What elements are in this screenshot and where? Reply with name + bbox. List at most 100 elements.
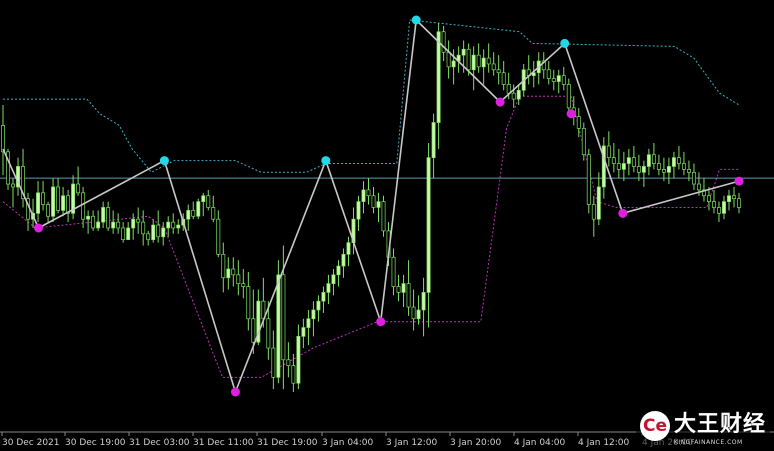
candle-body (737, 198, 741, 208)
candle-body (686, 169, 691, 173)
candle-body (411, 306, 416, 320)
swing-low-marker (734, 176, 744, 186)
candle-body (491, 63, 496, 71)
candle-body (326, 283, 331, 293)
candle-body (46, 204, 51, 217)
candle-body (196, 201, 201, 217)
candle-body (676, 157, 681, 164)
candle-body (251, 318, 256, 343)
candle-body (136, 218, 141, 223)
candle-body (316, 300, 321, 311)
candle-body (191, 210, 196, 217)
candle-body (436, 31, 441, 123)
candle-body (331, 274, 336, 284)
candle-body (391, 256, 396, 287)
candle-body (722, 201, 726, 214)
candle-body (496, 69, 501, 74)
candle-body (341, 253, 346, 267)
candle-body (236, 274, 241, 284)
candle-body (401, 283, 406, 293)
candle-body (306, 318, 311, 328)
candle-body (111, 221, 116, 229)
candle-body (376, 201, 381, 208)
candle-body (171, 221, 176, 229)
candle-body (681, 163, 686, 170)
candle-body (76, 183, 81, 194)
candle-body (381, 201, 386, 232)
candle-body (151, 224, 156, 241)
candle-body (226, 268, 231, 279)
candle-body (656, 163, 661, 170)
candle-body (732, 195, 736, 200)
candle-body (211, 207, 216, 220)
candle-body (501, 72, 506, 85)
candle-body (586, 154, 591, 205)
candle-body (551, 78, 556, 82)
x-axis-tick-label: 3 Jan 20:00 (450, 438, 502, 448)
candle-body (361, 189, 366, 202)
candle-body (636, 166, 641, 173)
candle-body (336, 265, 341, 276)
candle-body (81, 192, 86, 220)
candle-body (511, 92, 516, 100)
candle-body (371, 195, 376, 208)
candle-body (727, 195, 731, 202)
x-axis-tick-label: 30 Dec 2021 (2, 438, 60, 448)
x-axis-tick-label: 3 Jan 12:00 (386, 438, 438, 448)
swing-low-marker (376, 317, 386, 327)
candle-body (576, 116, 581, 129)
candle-body (186, 210, 191, 220)
candle-body (1, 125, 5, 153)
candle-body (581, 128, 586, 156)
candle-body (691, 171, 696, 185)
candle-body (591, 204, 596, 220)
candle-body (606, 145, 611, 159)
x-axis-tick-label: 3 Jan 04:00 (322, 438, 374, 448)
candle-body (131, 218, 136, 229)
candle-body (641, 166, 646, 173)
candle-body (346, 242, 351, 255)
candle-body (611, 157, 616, 164)
candle-body (696, 183, 701, 191)
x-axis-tick-label: 4 Jan 12:00 (578, 438, 630, 448)
x-axis-tick-label: 31 Dec 19:00 (257, 438, 318, 448)
candle-body (426, 157, 431, 293)
swing-high-marker (411, 15, 421, 25)
price-chart[interactable]: 30 Dec 2021 30 Dec 19:00 31 Dec 03:00 31 De… (0, 0, 774, 451)
candle-body (51, 186, 56, 217)
candle-body (141, 221, 146, 235)
candle-body (321, 292, 326, 302)
candle-body (651, 154, 656, 164)
candle-body (106, 207, 111, 229)
candle-body (166, 221, 171, 229)
logo-mark-text: Ce (642, 416, 667, 436)
candle-body (156, 224, 161, 238)
candle-body (201, 195, 206, 202)
candle-body (671, 157, 676, 167)
candle-body (446, 51, 451, 68)
candle-body (291, 365, 296, 384)
candle-body (441, 31, 446, 53)
candle-body (421, 292, 426, 311)
x-axis-tick-label: 31 Dec 03:00 (129, 438, 190, 448)
candle-body (246, 286, 251, 320)
x-axis-tick-label: 31 Dec 11:00 (193, 438, 254, 448)
logo-emblem-icon: Ce (639, 411, 670, 441)
candle-body (266, 318, 271, 349)
candle-body (561, 75, 566, 85)
logo-url: KINGFAINANCE.COM (673, 439, 743, 446)
swing-high-marker (159, 156, 169, 166)
candle-body (301, 327, 306, 337)
candle-body (566, 84, 571, 109)
candle-body (661, 169, 666, 173)
x-axis-tick-label: 4 Jan 04:00 (514, 438, 566, 448)
swing-low-marker (495, 97, 505, 107)
swing-high-marker (560, 38, 570, 48)
candle-body (621, 163, 626, 170)
candle-body (276, 274, 281, 378)
candle-body (476, 54, 481, 68)
candle-body (451, 60, 456, 68)
candle-body (596, 186, 601, 220)
candle-body (481, 57, 486, 68)
candle-body (666, 166, 671, 173)
